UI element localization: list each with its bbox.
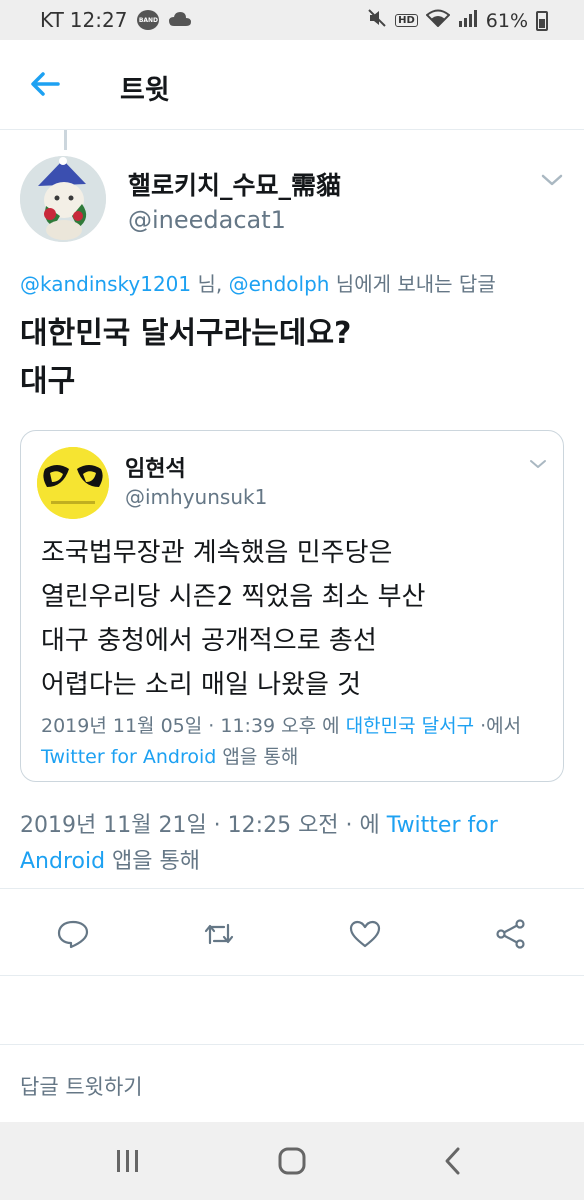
meta-separator: · [338,813,360,838]
tweet-date: 2019년 11월 21일 [20,813,207,838]
quoted-text-line: 어렵다는 소리 매일 나왔을 것 [41,670,362,700]
meta-text: 에 [359,813,387,838]
tweet-meta: 2019년 11월 21일 · 12:25 오전 · 에 Twitter for… [20,808,560,880]
reply-placeholder: 답글 트윗하기 [20,1075,143,1099]
thread-connector [64,130,67,150]
status-bar-right: HD 61% [367,8,548,33]
chevron-down-icon[interactable] [529,455,547,468]
author-handle[interactable]: @ineedacat1 [128,206,286,234]
battery-icon [536,10,548,31]
reply-icon[interactable] [56,919,90,949]
app-header: 트윗 [0,40,584,130]
quoted-tweet[interactable]: 임현석 @imhyunsuk1 조국법무장관 계속했음 민주당은 열린우리당 시… [20,430,564,782]
mention-link[interactable]: @endolph [229,272,330,296]
quoted-avatar [37,447,109,519]
reply-composer[interactable]: 답글 트윗하기 [0,1044,584,1122]
back-arrow-icon[interactable] [28,68,64,100]
meta-text: 에 [316,715,346,737]
replying-to: @kandinsky1201 님, @endolph 님에게 보내는 답글 [20,268,496,297]
hd-icon: HD [395,14,418,27]
client-link[interactable]: Twitter for Android [41,746,216,768]
quoted-tweet-meta: 2019년 11월 05일 · 11:39 오후 에 대한민국 달서구 ·에서 … [41,711,551,773]
meta-separator: · [202,715,221,737]
carrier-label: KT [40,8,64,32]
avatar[interactable] [20,156,106,242]
quoted-text-line: 대구 충청에서 공개적으로 총선 [41,626,377,656]
quoted-handle: @imhyunsuk1 [125,485,268,509]
meta-separator: · [206,813,228,838]
quoted-display-name: 임현석 [125,457,186,482]
share-icon[interactable] [494,919,528,949]
signal-icon [458,9,478,32]
quoted-text-line: 조국법무장관 계속했음 민주당은 [41,538,393,568]
content-spacer [0,976,584,1044]
page-title: 트윗 [120,75,170,106]
tweet-actions [0,888,584,976]
tweet-text-line: 대구 [20,364,76,399]
like-icon[interactable] [348,919,382,949]
author-display-name[interactable]: 핼로키치_수묘_需貓 [128,166,341,202]
meta-text: 앱을 통해 [216,746,299,768]
quoted-tweet-text: 조국법무장관 계속했음 민주당은 열린우리당 시즌2 찍었음 최소 부산 대구 … [41,531,551,707]
wifi-icon [425,9,451,32]
system-nav-bar [0,1122,584,1200]
back-icon[interactable] [434,1144,474,1178]
meta-text: 앱을 통해 [105,849,201,874]
quoted-date: 2019년 11월 05일 [41,715,203,737]
cloud-icon [169,8,192,32]
tweet-text: 대한민국 달서구라는데요? 대구 [20,310,560,406]
tweet-time: 12:25 오전 [227,813,339,838]
reply-separator: 님, [191,272,229,296]
retweet-icon[interactable] [202,919,236,949]
mute-icon [367,8,387,33]
quoted-time: 11:39 오후 [220,715,317,737]
location-link[interactable]: 대한민국 달서구 [346,715,474,737]
home-icon[interactable] [272,1144,312,1178]
meta-text: ·에서 [474,715,522,737]
chevron-down-icon[interactable] [540,172,564,188]
quoted-text-line: 열린우리당 시즌2 찍었음 최소 부산 [41,582,426,612]
mention-link[interactable]: @kandinsky1201 [20,272,191,296]
status-time: 12:27 [69,8,128,32]
recents-icon[interactable] [108,1144,148,1178]
status-bar: KT 12:27 BAND HD 61% [0,0,584,40]
band-icon: BAND [137,10,160,30]
reply-suffix: 님에게 보내는 답글 [329,272,496,296]
status-bar-left: KT 12:27 BAND [40,8,192,32]
tweet-text-line: 대한민국 달서구라는데요? [20,316,352,351]
battery-percent: 61% [485,9,528,32]
